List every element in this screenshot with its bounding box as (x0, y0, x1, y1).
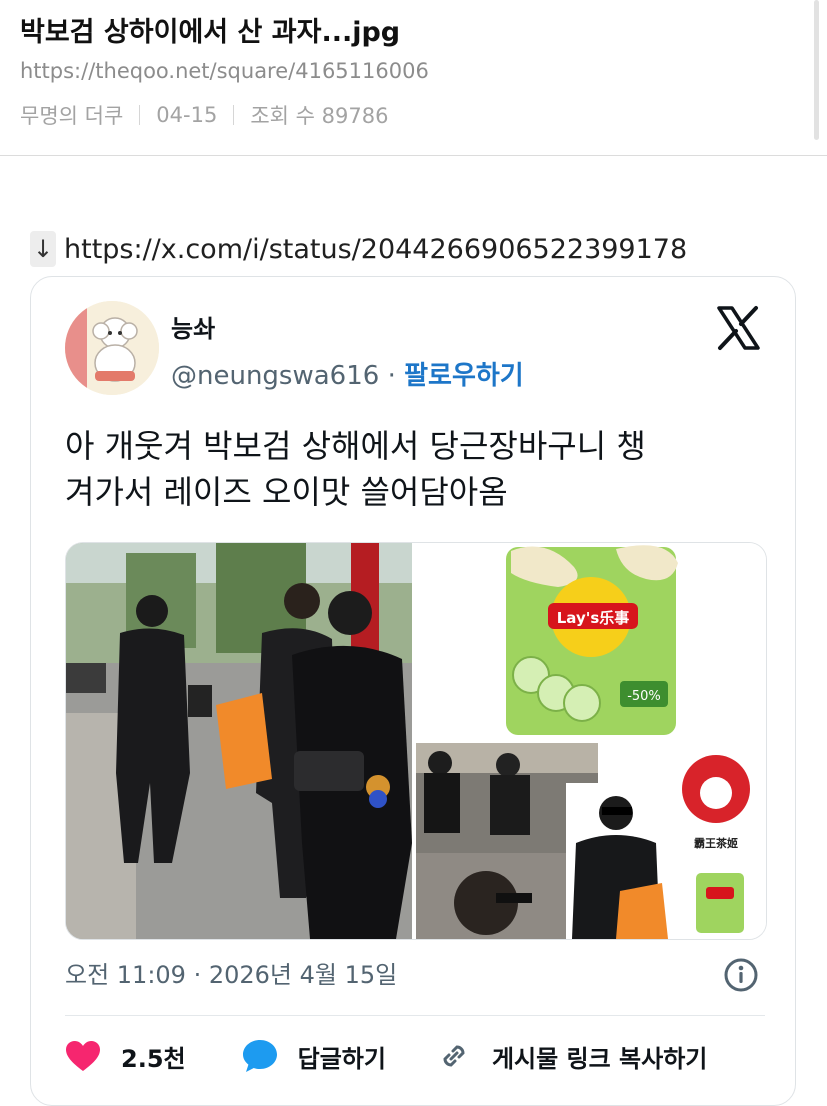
tweet-timestamp[interactable]: 오전 11:09 · 2026년 4월 15일 (65, 955, 397, 990)
arrow-down-icon: ↓ (30, 231, 56, 267)
tweet-actions: 2.5천 답글하기 게시물 링크 복사하기 (65, 1033, 765, 1079)
reply-button[interactable]: 답글하기 (242, 1039, 386, 1074)
source-link[interactable]: https://x.com/i/status/20442669065223991… (64, 234, 687, 265)
post-url[interactable]: https://theqoo.net/square/4165116006 (20, 59, 429, 83)
source-link-row[interactable]: ↓ https://x.com/i/status/204426690652239… (30, 229, 687, 269)
post-author: 무명의 더쿠 (20, 104, 124, 128)
post-views: 조회 수 89786 (250, 104, 389, 128)
x-logo-icon[interactable] (715, 305, 761, 351)
meta-divider (139, 105, 141, 125)
post-title[interactable]: 박보검 상하이에서 산 과자...jpg (20, 10, 400, 49)
link-icon (443, 1045, 465, 1067)
display-name[interactable]: 능솨 (171, 309, 215, 344)
copy-link-button[interactable]: 게시물 링크 복사하기 (436, 1038, 707, 1074)
like-count: 2.5천 (121, 1044, 186, 1073)
avatar[interactable] (65, 301, 159, 395)
tea-shop-label: 霸王茶姬 (694, 836, 738, 850)
tweet-embed-card[interactable]: 능솨 @neungswa616 · 팔로우하기 아 개웃겨 박보검 상해에서 당… (30, 276, 796, 1106)
handle-row: @neungswa616 · 팔로우하기 (171, 355, 524, 392)
photo-street[interactable] (66, 543, 412, 939)
reply-label: 답글하기 (297, 1044, 386, 1073)
meta-divider (233, 105, 235, 125)
reply-bubble-icon (242, 1040, 277, 1072)
handle[interactable]: @neungswa616 (171, 361, 379, 391)
info-icon[interactable] (723, 957, 759, 993)
media-grid[interactable]: Lay's乐事 -50% 霸王茶姬 (65, 542, 767, 940)
follow-button[interactable]: 팔로우하기 (404, 361, 524, 391)
post-header: 박보검 상하이에서 산 과자...jpg https://theqoo.net/… (0, 0, 827, 156)
chips-brand-label: Lay's乐事 (557, 609, 630, 627)
chips-promo-label: -50% (627, 689, 661, 704)
photo-collage[interactable]: 霸王茶姬 (416, 743, 766, 939)
heart-icon (66, 1041, 100, 1071)
like-button[interactable]: 2.5천 (65, 1039, 186, 1074)
tweet-text: 아 개웃겨 박보검 상해에서 당근장바구니 챙 겨가서 레이즈 오이맛 쓸어담아… (65, 423, 765, 515)
photo-chips-bag[interactable]: Lay's乐事 -50% (416, 543, 766, 739)
divider (65, 1015, 765, 1016)
dot-separator: · (379, 361, 405, 391)
post-date: 04-15 (156, 103, 218, 127)
copy-link-label: 게시물 링크 복사하기 (491, 1044, 708, 1073)
scrollbar[interactable] (814, 0, 819, 140)
post-meta: 무명의 더쿠 04-15 조회 수 89786 (20, 100, 388, 130)
tweet-text-line: 겨가서 레이즈 오이맛 쓸어담아옴 (65, 473, 508, 511)
tweet-text-line: 아 개웃겨 박보검 상해에서 당근장바구니 챙 (65, 427, 646, 465)
